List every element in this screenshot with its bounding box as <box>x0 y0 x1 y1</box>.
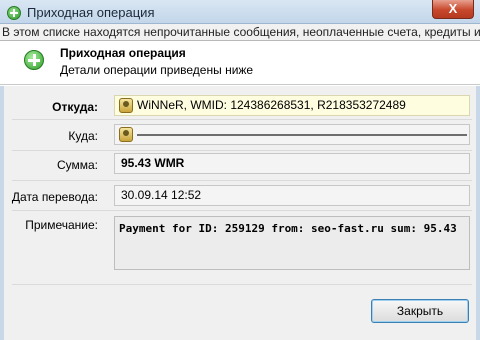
operation-details-form: Откуда: WiNNeR, WMID: 124386268531, R218… <box>0 86 480 340</box>
webmoney-passport-icon <box>119 98 133 113</box>
amount-field[interactable]: 95.43 WMR <box>114 153 470 174</box>
divider <box>12 119 472 120</box>
webmoney-passport-icon <box>119 127 133 142</box>
from-field[interactable]: WiNNeR, WMID: 124386268531, R21835327248… <box>114 95 470 116</box>
title-bar: Приходная операция X <box>0 0 480 24</box>
notice-bar: В этом списке находятся непрочитанные со… <box>0 24 480 41</box>
close-button[interactable]: Закрыть <box>371 299 469 323</box>
redacted-value-line <box>137 134 467 136</box>
divider <box>12 210 472 211</box>
to-field[interactable] <box>114 124 470 145</box>
divider <box>12 180 472 181</box>
to-label: Куда: <box>68 129 98 143</box>
date-field[interactable]: 30.09.14 12:52 <box>114 185 470 206</box>
dialog-header: Приходная операция Детали операции приве… <box>0 41 480 85</box>
from-value: WiNNeR, WMID: 124386268531, R21835327248… <box>137 98 406 112</box>
header-title: Приходная операция <box>60 46 186 60</box>
window-close-button[interactable]: X <box>432 0 474 19</box>
note-textarea[interactable]: Payment for ID: 259129 from: seo-fast.ru… <box>114 216 470 270</box>
window-title: Приходная операция <box>27 5 155 20</box>
divider <box>12 284 472 285</box>
divider <box>12 150 472 151</box>
green-plus-icon <box>24 50 44 70</box>
note-label: Примечание: <box>25 218 98 232</box>
from-label: Откуда: <box>52 100 98 114</box>
date-label: Дата перевода: <box>11 190 98 204</box>
header-subtitle: Детали операции приведены ниже <box>60 63 254 77</box>
green-plus-icon <box>7 6 21 20</box>
amount-label: Сумма: <box>56 158 98 172</box>
